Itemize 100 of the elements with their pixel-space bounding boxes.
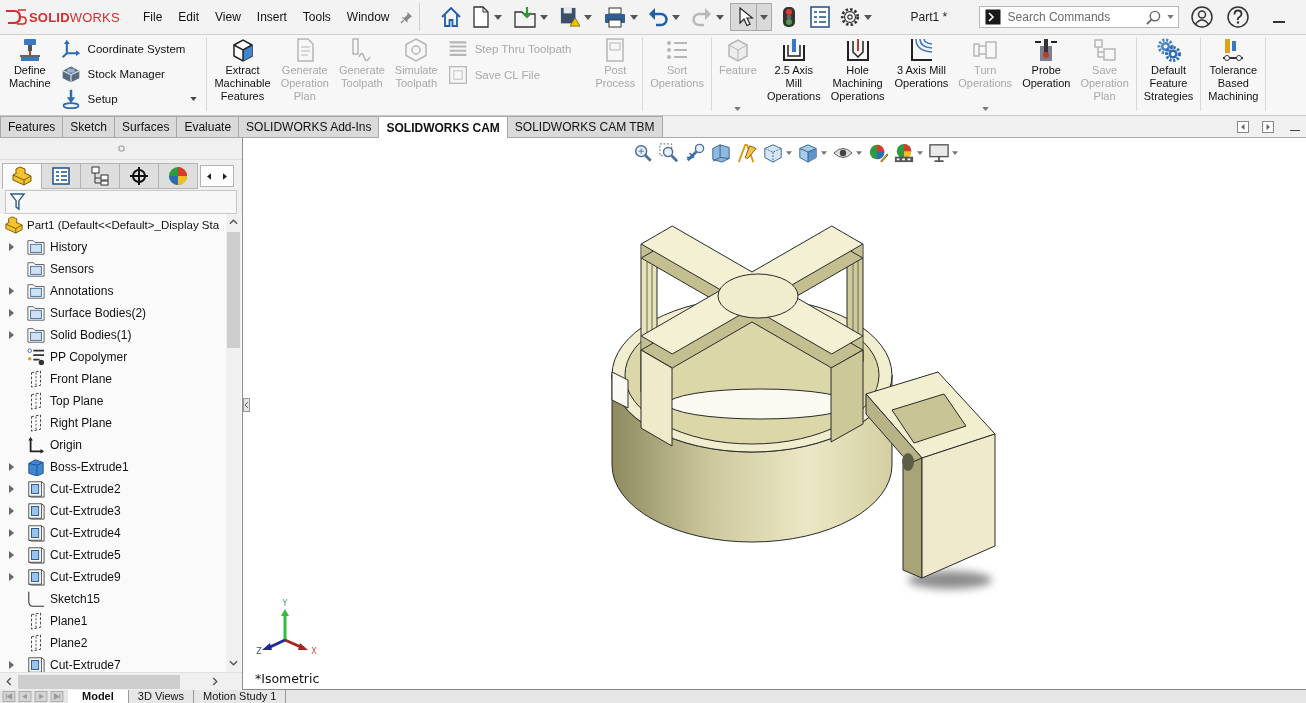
expand-arrow-icon[interactable] [9,243,14,251]
tree-item[interactable]: Sketch15 [50,592,101,606]
caret-icon[interactable] [190,96,198,101]
gear-icon[interactable] [839,7,860,27]
caret-icon[interactable] [583,14,592,20]
tree-item[interactable]: PP Copolymer [50,350,128,364]
expand-arrow-icon[interactable] [9,309,14,317]
triangle-left-icon[interactable] [207,172,211,180]
panel-tab[interactable] [119,163,159,189]
vertical-scrollbar[interactable] [226,214,241,672]
scrollbar-thumb[interactable] [18,674,180,689]
caret-icon[interactable] [863,14,872,20]
shaded-cube-icon[interactable] [798,143,818,163]
tree-item[interactable]: Cut-Extrude4 [50,526,121,540]
tree-item[interactable]: Boss-Extrude1 [50,460,129,474]
user-icon[interactable] [1190,6,1213,28]
save-icon[interactable] [559,7,580,27]
zoom-to-fit-icon[interactable] [633,143,653,163]
caret-icon[interactable] [493,14,502,20]
expand-arrow-icon[interactable] [9,661,14,669]
ribbon-command[interactable]: Hole Machining Operations [825,37,890,111]
tree-item[interactable]: Cut-Extrude3 [50,504,121,518]
chevron-up-icon[interactable] [229,219,238,225]
caret-icon[interactable] [786,151,792,155]
menu-item[interactable]: View [207,9,249,25]
panel-right-icon[interactable] [1262,120,1274,133]
pencil-icon[interactable] [737,143,757,163]
monitor-icon[interactable] [929,143,949,163]
expand-arrow-icon[interactable] [9,573,14,581]
section-cube-icon[interactable] [711,143,731,163]
tree-item[interactable]: Cut-Extrude2 [50,482,121,496]
select-button[interactable] [729,3,772,31]
caret-icon[interactable] [952,151,958,155]
ribbon-command[interactable]: Setup [58,86,202,111]
command-tab[interactable]: SOLIDWORKS CAM TBM [506,116,663,137]
command-tab[interactable]: Evaluate [176,116,240,137]
caret-icon[interactable] [539,14,548,20]
search-icon[interactable] [1145,9,1161,25]
panel-left-icon[interactable] [1237,120,1249,133]
ribbon-command[interactable]: Define Machine [4,37,56,111]
tree-item[interactable]: Top Plane [50,394,104,408]
command-tab[interactable]: SOLIDWORKS Add-Ins [238,116,380,137]
tree-item[interactable]: Front Plane [50,372,113,386]
expand-arrow-icon[interactable] [9,287,14,295]
caret-icon[interactable] [1166,15,1174,19]
tree-item[interactable]: Annotations [50,284,114,298]
chevron-right-icon[interactable] [212,677,218,686]
caret-icon[interactable] [671,14,680,20]
ribbon-command[interactable]: Extract Machinable Features [209,37,276,111]
tree-item[interactable]: Plane1 [50,614,88,628]
tree-item[interactable]: Origin [50,438,82,452]
tree-item[interactable]: Sensors [50,262,95,276]
printer-icon[interactable] [603,6,626,28]
expand-arrow-icon[interactable] [9,551,14,559]
tree-item[interactable]: Right Plane [50,416,113,430]
tree-item[interactable]: Cut-Extrude7 [50,658,121,672]
ribbon-command[interactable]: 3 Axis Mill Operations [889,37,954,111]
ribbon-command[interactable]: Probe Operation [1017,37,1076,111]
expand-arrow-icon[interactable] [9,507,14,515]
traffic-light-icon[interactable] [781,6,796,28]
caret-icon[interactable] [821,151,827,155]
menu-item[interactable]: Insert [248,9,295,25]
color-ball-pencil-icon[interactable] [868,143,888,163]
chevron-down-icon[interactable] [229,660,238,666]
triangle-right-icon[interactable] [223,172,227,180]
ribbon-command[interactable]: 2.5 Axis Mill Operations [761,37,826,111]
ribbon-command[interactable]: Tolerance Based Machining [1203,37,1264,111]
command-tab[interactable]: Sketch [62,116,116,137]
caret-icon[interactable] [715,14,724,20]
tree-item[interactable]: Solid Bodies(1) [50,328,132,342]
expand-arrow-icon[interactable] [9,485,14,493]
pin-icon[interactable] [399,10,413,24]
tree-item[interactable]: Cut-Extrude9 [50,570,121,584]
color-ball-scene-icon[interactable] [894,143,914,163]
new-document-icon[interactable] [471,6,490,28]
command-tab[interactable]: Features [0,116,64,137]
zoom-to-area-icon[interactable] [659,143,679,163]
menu-item[interactable]: Window [338,9,398,25]
tree-item[interactable]: History [50,240,88,254]
tree-item[interactable]: Cut-Extrude5 [50,548,121,562]
cube-icon[interactable] [763,143,783,163]
caret-icon[interactable] [629,14,638,20]
minimize-icon[interactable] [1272,21,1285,23]
magnifier-arrow-icon[interactable] [685,143,705,163]
menu-item[interactable]: Tools [294,9,339,25]
expand-arrow-icon[interactable] [9,529,14,537]
caret-icon[interactable] [856,151,862,155]
search-input[interactable]: Search Commands [1007,10,1146,24]
scrollbar-thumb[interactable] [227,232,240,348]
chevron-left-icon[interactable] [6,677,12,686]
ribbon-command[interactable]: Stock Manager [58,61,202,86]
filter-icon[interactable] [10,192,25,212]
menu-item[interactable]: File [135,9,171,25]
help-icon[interactable] [1226,6,1249,28]
expand-arrow-icon[interactable] [9,331,14,339]
open-folder-icon[interactable] [513,6,536,28]
ribbon-command[interactable]: Coordinate System [58,36,202,61]
collapse-handle-icon[interactable] [243,398,250,412]
home-icon[interactable] [439,6,462,28]
search-box[interactable]: Search Commands [978,6,1179,28]
